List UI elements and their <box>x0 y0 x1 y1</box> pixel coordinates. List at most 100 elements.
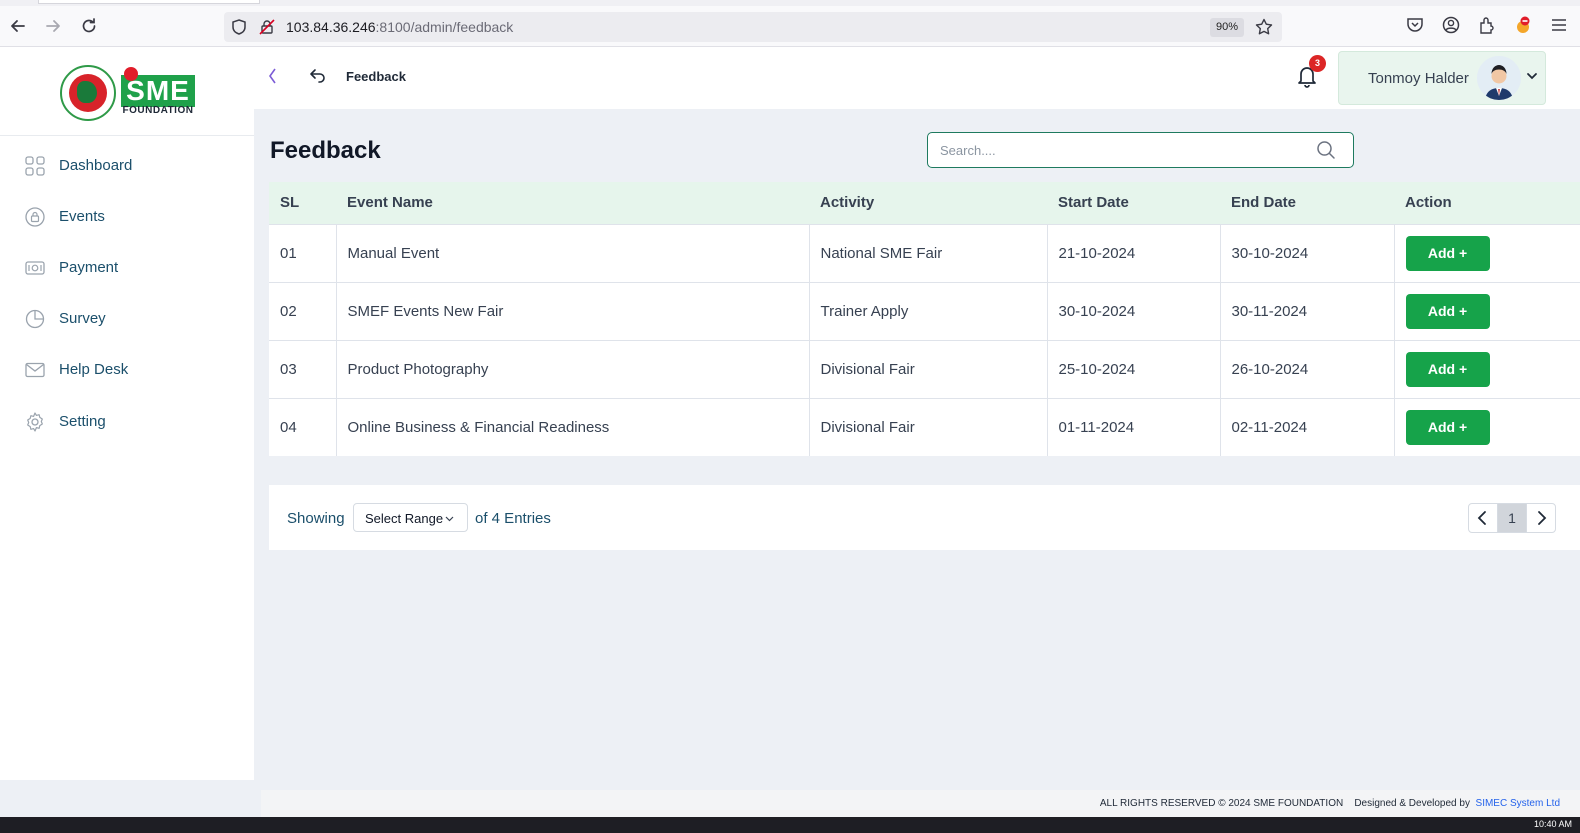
pocket-icon[interactable] <box>1405 15 1425 35</box>
cell-sl: 04 <box>269 398 337 456</box>
column-header-event-name[interactable]: Event Name <box>336 182 809 224</box>
next-page-button[interactable] <box>1526 503 1556 533</box>
forward-arrow-icon[interactable] <box>42 15 64 37</box>
prev-page-button[interactable] <box>1468 503 1498 533</box>
mail-icon <box>25 362 45 378</box>
range-select-value: Select Range <box>365 511 444 526</box>
add-feedback-button[interactable]: Add + <box>1405 351 1490 387</box>
sidebar: SME FOUNDATION Dashboard Events Payment … <box>0 47 254 780</box>
cell-sl: 02 <box>269 282 337 340</box>
cell-activity: National SME Fair <box>809 224 1048 282</box>
page-title: Feedback <box>270 137 381 164</box>
breadcrumb: Feedback <box>346 69 406 84</box>
pie-icon <box>25 309 45 329</box>
search-box[interactable] <box>927 132 1354 168</box>
extension-badge-icon[interactable] <box>1513 15 1533 35</box>
active-tab[interactable] <box>38 0 260 4</box>
cell-end-date: 26-10-2024 <box>1220 340 1395 398</box>
address-bar[interactable]: 103.84.36.246:8100/admin/feedback 90% <box>224 12 1282 42</box>
cell-action: Add + <box>1394 282 1580 340</box>
sidebar-item-label: Setting <box>59 413 106 430</box>
menu-icon[interactable] <box>1549 15 1569 35</box>
cell-end-date: 02-11-2024 <box>1220 398 1395 456</box>
sidebar-collapse-icon[interactable] <box>265 65 279 87</box>
cell-event-name: Product Photography <box>336 340 810 398</box>
table-header-row: SL Event Name Activity Start Date End Da… <box>269 182 1580 224</box>
sidebar-item-label: Dashboard <box>59 157 133 174</box>
extensions-icon[interactable] <box>1477 15 1497 35</box>
sidebar-item-label: Events <box>59 208 105 225</box>
entries-count: of 4 Entries <box>475 510 551 527</box>
cell-sl: 01 <box>269 224 337 282</box>
url-text: 103.84.36.246:8100/admin/feedback <box>286 19 513 35</box>
user-menu[interactable]: Tonmoy Halder <box>1338 51 1546 105</box>
footer: ALL RIGHTS RESERVED © 2024 SME FOUNDATIO… <box>261 790 1580 817</box>
logo[interactable]: SME FOUNDATION <box>0 47 254 136</box>
undo-back-icon[interactable] <box>308 65 328 85</box>
zoom-badge[interactable]: 90% <box>1210 18 1245 37</box>
designed-by-text: Designed & Developed by <box>1354 798 1470 809</box>
sidebar-item-survey[interactable]: Survey <box>0 297 254 341</box>
logo-text: SME <box>126 75 190 106</box>
url-path: :8100/admin/feedback <box>375 19 514 35</box>
column-header-action: Action <box>1405 194 1452 212</box>
user-name: Tonmoy Halder <box>1368 70 1469 87</box>
cell-event-name: Online Business & Financial Readiness <box>336 398 810 456</box>
sidebar-item-events[interactable]: Events <box>0 195 254 239</box>
grid-icon <box>25 156 45 176</box>
cell-start-date: 21-10-2024 <box>1047 224 1221 282</box>
showing-label: Showing <box>287 510 345 527</box>
table-row: 02 SMEF Events New Fair Trainer Apply 30… <box>269 282 1580 340</box>
cell-event-name: Manual Event <box>336 224 810 282</box>
sidebar-item-help-desk[interactable]: Help Desk <box>0 348 254 392</box>
reload-icon[interactable] <box>78 15 100 37</box>
sidebar-item-payment[interactable]: Payment <box>0 246 254 290</box>
insecure-lock-icon[interactable] <box>258 18 276 36</box>
cell-start-date: 30-10-2024 <box>1047 282 1221 340</box>
search-input[interactable] <box>940 141 1310 159</box>
chevron-down-icon <box>445 516 454 522</box>
cell-start-date: 25-10-2024 <box>1047 340 1221 398</box>
sidebar-item-label: Payment <box>59 259 119 276</box>
shield-icon[interactable] <box>230 18 248 36</box>
footer-text: ALL RIGHTS RESERVED © 2024 SME FOUNDATIO… <box>1100 798 1560 809</box>
chevron-down-icon[interactable] <box>1525 69 1539 83</box>
search-icon[interactable] <box>1316 140 1336 160</box>
add-feedback-button[interactable]: Add + <box>1405 409 1490 445</box>
sidebar-item-setting[interactable]: Setting <box>0 400 254 444</box>
back-arrow-icon[interactable] <box>7 15 29 37</box>
add-feedback-button[interactable]: Add + <box>1405 235 1490 271</box>
sidebar-item-label: Help Desk <box>59 361 129 378</box>
url-host: 103.84.36.246 <box>286 19 376 35</box>
table-row: 01 Manual Event National SME Fair 21-10-… <box>269 224 1580 282</box>
pagination-bar: Showing Select Range of 4 Entries 1 <box>269 485 1580 550</box>
copyright-text: ALL RIGHTS RESERVED © 2024 SME FOUNDATIO… <box>1099 798 1344 809</box>
column-header-activity[interactable]: Activity <box>809 182 1047 224</box>
table-row: 03 Product Photography Divisional Fair 2… <box>269 340 1580 398</box>
sidebar-item-dashboard[interactable]: Dashboard <box>0 144 254 188</box>
developer-link[interactable]: SIMEC System Ltd <box>1476 798 1560 809</box>
feedback-table: SL Event Name Activity Start Date End Da… <box>269 182 1580 456</box>
cell-activity: Divisional Fair <box>809 398 1048 456</box>
cell-action: Add + <box>1394 398 1580 456</box>
chevron-right-icon <box>1538 511 1547 525</box>
cell-sl: 03 <box>269 340 337 398</box>
add-feedback-button[interactable]: Add + <box>1405 293 1490 329</box>
chevron-left-icon <box>1477 511 1486 525</box>
bookmark-star-icon[interactable] <box>1254 17 1274 37</box>
column-header-start-date[interactable]: Start Date <box>1047 182 1220 224</box>
cell-end-date: 30-11-2024 <box>1220 282 1395 340</box>
gear-icon <box>27 412 43 432</box>
app-header: Feedback 3 Tonmoy Halder <box>254 47 1580 109</box>
account-icon[interactable] <box>1441 15 1461 35</box>
cell-activity: Divisional Fair <box>809 340 1048 398</box>
cell-activity: Trainer Apply <box>809 282 1048 340</box>
column-header-end-date[interactable]: End Date <box>1220 182 1394 224</box>
range-select[interactable]: Select Range <box>353 503 468 532</box>
page-number-button[interactable]: 1 <box>1497 503 1527 533</box>
cash-icon <box>25 261 45 275</box>
column-header-sl[interactable]: SL <box>269 182 336 224</box>
table-row: 04 Online Business & Financial Readiness… <box>269 398 1580 456</box>
taskbar-clock: 10:40 AM <box>1533 819 1572 829</box>
cell-start-date: 01-11-2024 <box>1047 398 1221 456</box>
